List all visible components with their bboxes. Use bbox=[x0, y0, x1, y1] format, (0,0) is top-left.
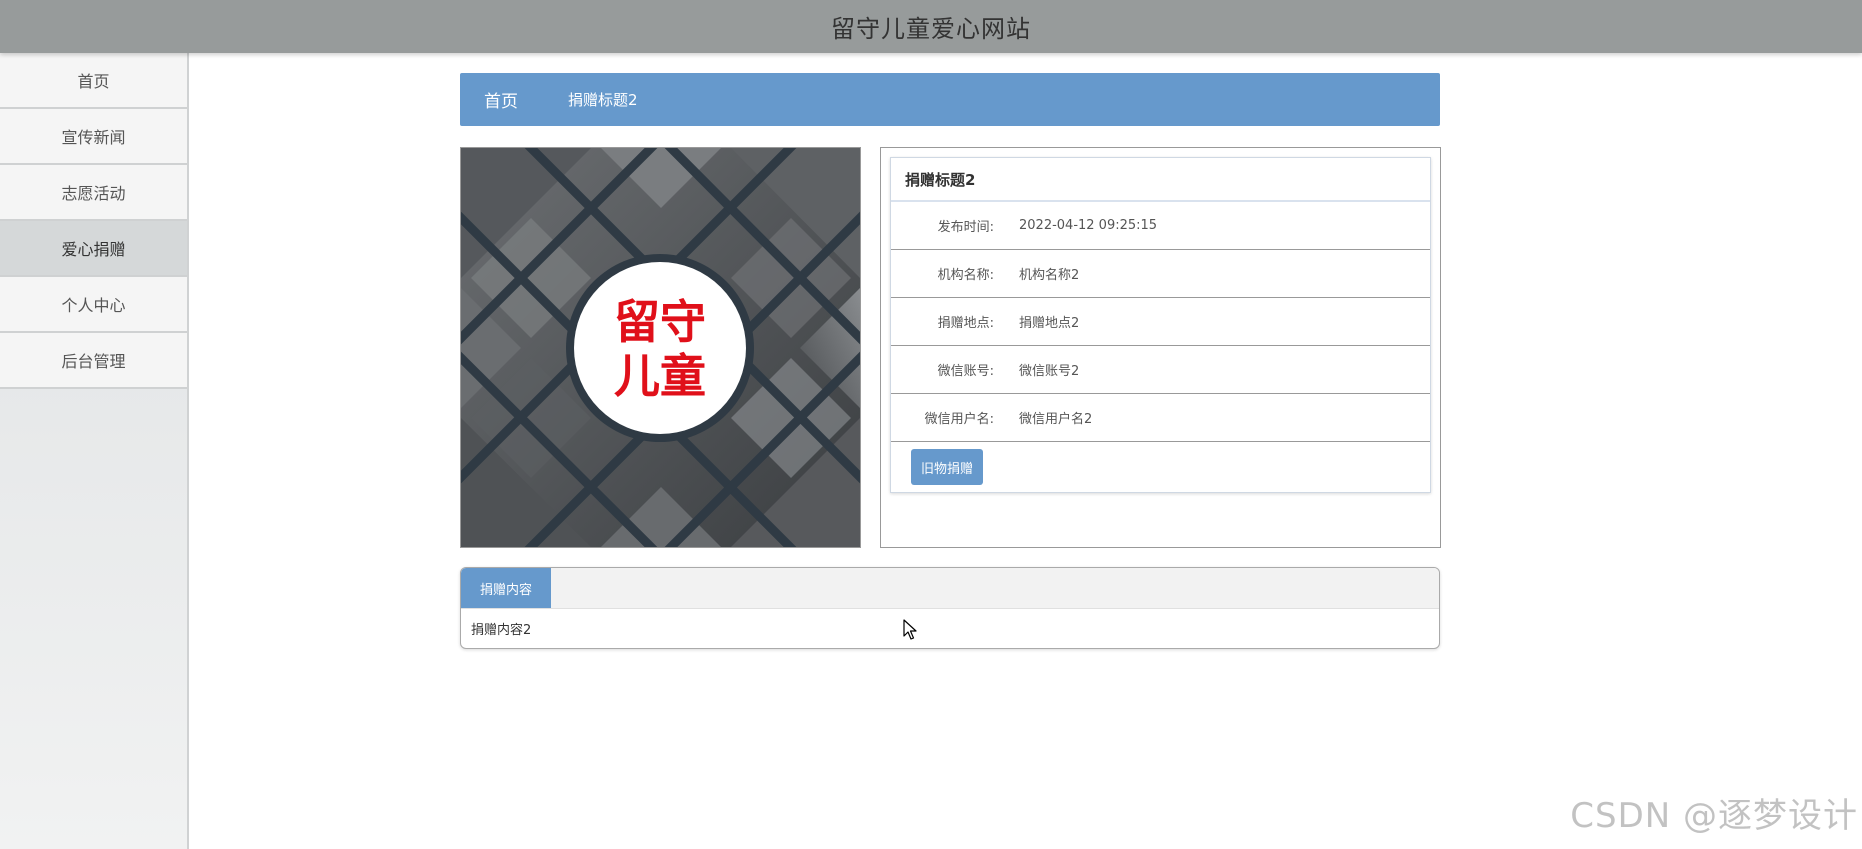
detail-row-wechat-username: 微信用户名: 微信用户名2 bbox=[891, 394, 1430, 442]
content-card: 捐赠内容 捐赠内容2 bbox=[460, 567, 1440, 649]
detail-label: 发布时间: bbox=[937, 220, 994, 235]
tab-donation-content[interactable]: 捐赠内容 bbox=[461, 568, 552, 608]
sidebar-item-personal-center[interactable]: 个人中心 bbox=[0, 277, 187, 333]
donate-items-button[interactable]: 旧物捐赠 bbox=[911, 449, 984, 485]
detail-row-organization: 机构名称: 机构名称2 bbox=[891, 250, 1430, 298]
watermark: CSDN @逐梦设计 bbox=[1570, 796, 1858, 836]
detail-row-publish-time: 发布时间: 2022-04-12 09:25:15 bbox=[891, 202, 1430, 250]
tab-bar: 捐赠内容 bbox=[461, 568, 1439, 609]
detail-label: 微信账号: bbox=[937, 364, 994, 379]
detail-card: 捐赠标题2 发布时间: 2022-04-12 09:25:15 机构名称: 机构… bbox=[890, 157, 1431, 493]
detail-value: 捐赠地点2 bbox=[1019, 316, 1080, 331]
poster-text-line2: 儿童 bbox=[614, 349, 706, 403]
donation-image: 留守 儿童 bbox=[460, 147, 861, 548]
detail-value: 微信用户名2 bbox=[1019, 412, 1093, 427]
detail-value: 2022-04-12 09:25:15 bbox=[1019, 218, 1158, 233]
breadcrumb-current: 捐赠标题2 bbox=[568, 91, 638, 109]
breadcrumb: 首页 捐赠标题2 bbox=[460, 73, 1440, 126]
sidebar-item-volunteer[interactable]: 志愿活动 bbox=[0, 165, 187, 221]
detail-value: 微信账号2 bbox=[1019, 364, 1080, 379]
sidebar-item-donation[interactable]: 爱心捐赠 bbox=[0, 221, 187, 277]
detail-label: 微信用户名: bbox=[924, 412, 994, 427]
detail-actions: 旧物捐赠 bbox=[891, 442, 1430, 492]
detail-label: 机构名称: bbox=[937, 268, 994, 283]
detail-panel: 捐赠标题2 发布时间: 2022-04-12 09:25:15 机构名称: 机构… bbox=[880, 147, 1441, 548]
breadcrumb-home-link[interactable]: 首页 bbox=[484, 87, 518, 112]
sidebar-nav: 首页 宣传新闻 志愿活动 爱心捐赠 个人中心 后台管理 bbox=[0, 53, 189, 849]
site-title: 留守儿童爱心网站 bbox=[831, 15, 1031, 43]
site-header: 留守儿童爱心网站 bbox=[0, 0, 1862, 53]
detail-label: 捐赠地点: bbox=[937, 316, 994, 331]
sidebar-item-admin[interactable]: 后台管理 bbox=[0, 333, 187, 389]
sidebar-item-home[interactable]: 首页 bbox=[0, 53, 187, 109]
tab-content-body: 捐赠内容2 bbox=[471, 623, 532, 638]
detail-title: 捐赠标题2 bbox=[891, 158, 1430, 202]
detail-row-location: 捐赠地点: 捐赠地点2 bbox=[891, 298, 1430, 346]
detail-row-wechat-account: 微信账号: 微信账号2 bbox=[891, 346, 1430, 394]
poster-text-line1: 留守 bbox=[614, 295, 706, 349]
left-behind-children-poster: 留守 儿童 bbox=[461, 148, 860, 547]
detail-value: 机构名称2 bbox=[1019, 268, 1080, 283]
mouse-cursor-icon bbox=[903, 619, 917, 640]
sidebar-item-news[interactable]: 宣传新闻 bbox=[0, 109, 187, 165]
